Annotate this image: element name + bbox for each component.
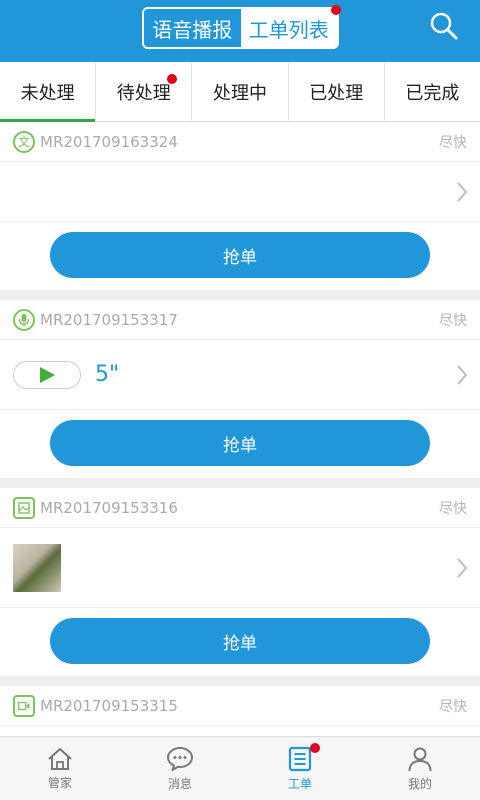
tab-processed-label: 已处理 <box>309 82 364 104</box>
tab-pending-label: 待处理 <box>116 82 171 104</box>
chevron-right-icon <box>457 364 468 385</box>
text-icon: 文 <box>13 130 35 153</box>
nav-label-workorders: 工单 <box>287 776 312 791</box>
photo-thumbnail[interactable] <box>13 543 61 592</box>
workorders-badge <box>310 743 320 753</box>
urgency-label: 尽快 <box>439 312 467 329</box>
mic-icon <box>13 308 35 331</box>
search-icon <box>430 12 458 40</box>
nav-item-profile[interactable]: 我的 <box>360 737 480 800</box>
view-toggle: 语音播报 工单列表 <box>142 5 341 49</box>
tab-in-progress-label: 处理中 <box>213 82 267 104</box>
video-icon <box>13 694 35 717</box>
order-card-footer: 抢单 <box>0 410 480 478</box>
message-icon <box>167 746 193 771</box>
order-card: 文 MR201709163324 尽快 抢单 <box>0 122 480 290</box>
grab-order-button[interactable]: 抢单 <box>50 618 430 664</box>
order-card-header: MR201709153315 尽快 <box>0 686 480 726</box>
grab-order-button[interactable]: 抢单 <box>50 420 430 466</box>
order-card-header: 文 MR201709163324 尽快 <box>0 122 480 162</box>
order-card: MR201709153317 尽快 5" 抢单 <box>0 300 480 478</box>
search-button[interactable] <box>424 6 464 46</box>
nav-item-home[interactable]: 管家 <box>0 737 120 800</box>
segment-voice-broadcast-label: 语音播报 <box>152 17 233 42</box>
order-card: MR201709153316 尽快 抢单 <box>0 488 480 676</box>
urgency-label: 尽快 <box>439 134 467 151</box>
bottom-navigation: 管家 消息 工单 我的 <box>0 736 480 800</box>
order-number: MR201709153316 <box>40 498 178 517</box>
order-content[interactable]: 5" <box>0 340 480 410</box>
order-card: MR201709153315 尽快 <box>0 686 480 736</box>
chevron-right-icon <box>457 557 468 578</box>
order-list-badge <box>331 5 341 15</box>
order-card-header: MR201709153317 尽快 <box>0 300 480 340</box>
order-number: MR201709153315 <box>40 696 178 715</box>
tab-processed[interactable]: 已处理 <box>289 62 385 121</box>
order-number: MR201709153317 <box>40 310 178 329</box>
order-card-footer: 抢单 <box>0 608 480 676</box>
tab-pending-badge <box>167 74 178 84</box>
order-number: MR201709163324 <box>40 132 178 151</box>
app-header: 语音播报 工单列表 <box>0 0 480 62</box>
chevron-right-icon <box>457 181 468 202</box>
tab-unprocessed-label: 未处理 <box>20 82 75 104</box>
nav-item-workorders[interactable]: 工单 <box>240 737 360 800</box>
image-icon <box>13 496 35 519</box>
audio-play-button[interactable] <box>13 360 81 389</box>
play-icon <box>40 366 55 383</box>
order-card-header: MR201709153316 尽快 <box>0 488 480 528</box>
audio-duration: 5" <box>95 362 120 387</box>
workorder-icon <box>288 746 312 771</box>
profile-icon <box>408 747 432 771</box>
tab-completed-label: 已完成 <box>405 82 460 104</box>
nav-label-messages: 消息 <box>167 776 192 791</box>
order-list[interactable]: 文 MR201709163324 尽快 抢单 MR201709153317 尽快… <box>0 122 480 736</box>
order-content[interactable] <box>0 726 480 736</box>
segment-voice-broadcast[interactable]: 语音播报 <box>144 9 241 47</box>
nav-label-home: 管家 <box>47 775 72 790</box>
text-icon-char: 文 <box>17 134 30 149</box>
tab-completed[interactable]: 已完成 <box>385 62 480 121</box>
nav-label-profile: 我的 <box>407 776 432 791</box>
urgency-label: 尽快 <box>439 500 467 517</box>
order-content[interactable] <box>0 528 480 608</box>
urgency-label: 尽快 <box>439 698 467 715</box>
segment-order-list-label: 工单列表 <box>248 17 329 42</box>
home-icon <box>48 747 72 770</box>
tab-in-progress[interactable]: 处理中 <box>192 62 289 121</box>
tab-pending[interactable]: 待处理 <box>96 62 193 121</box>
grab-order-button[interactable]: 抢单 <box>50 232 430 278</box>
nav-item-messages[interactable]: 消息 <box>120 737 240 800</box>
order-content[interactable] <box>0 162 480 222</box>
status-tabs: 未处理 待处理 处理中 已处理 已完成 <box>0 62 480 122</box>
segment-order-list[interactable]: 工单列表 <box>240 9 337 47</box>
tab-unprocessed[interactable]: 未处理 <box>0 62 97 122</box>
order-card-footer: 抢单 <box>0 222 480 290</box>
